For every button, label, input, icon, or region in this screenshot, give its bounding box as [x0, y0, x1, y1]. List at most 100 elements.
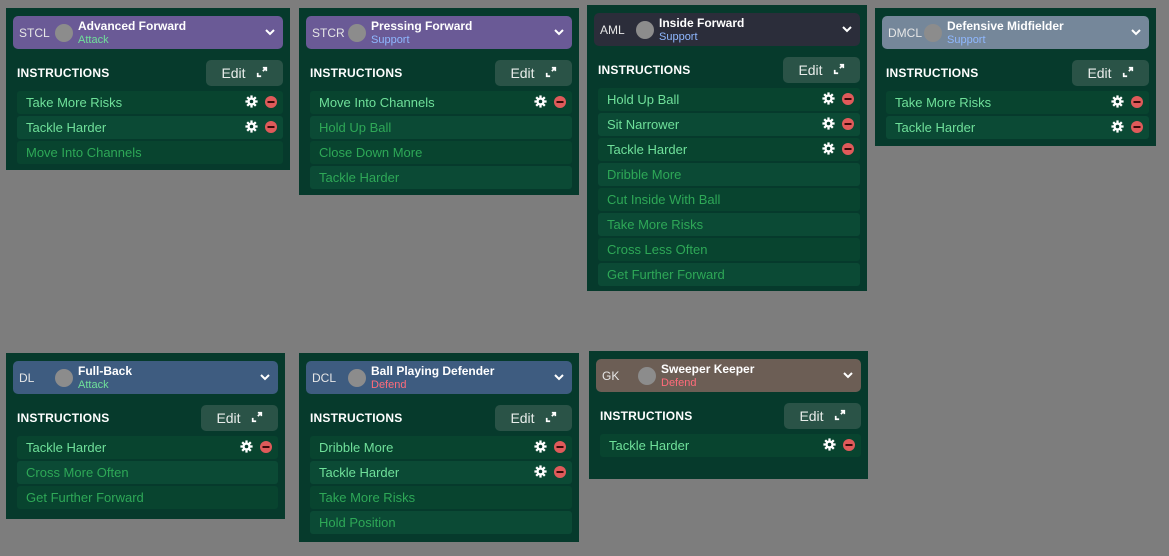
edit-button[interactable]: Edit — [495, 60, 572, 86]
remove-icon[interactable] — [842, 142, 854, 158]
remove-icon[interactable] — [843, 438, 855, 454]
instruction-item[interactable]: Dribble More — [598, 163, 860, 186]
instruction-item[interactable]: Tackle Harder — [886, 116, 1149, 139]
gear-icon[interactable] — [1111, 95, 1124, 111]
gear-icon[interactable] — [822, 117, 835, 133]
gear-icon[interactable] — [1111, 120, 1124, 136]
role-selector[interactable]: STCR Pressing Forward Support — [306, 16, 572, 49]
edit-label: Edit — [1087, 65, 1112, 81]
position-code: STCL — [19, 25, 50, 40]
edit-button[interactable]: Edit — [495, 405, 572, 431]
instructions-title: INSTRUCTIONS — [310, 411, 403, 425]
instruction-label: Move Into Channels — [26, 145, 142, 160]
instruction-item[interactable]: Take More Risks — [886, 91, 1149, 114]
player-avatar — [348, 368, 366, 387]
gear-icon[interactable] — [822, 92, 835, 108]
instruction-label: Tackle Harder — [319, 170, 400, 185]
role-selector[interactable]: STCL Advanced Forward Attack — [13, 16, 283, 49]
instructions-title: INSTRUCTIONS — [17, 411, 110, 425]
instruction-item[interactable]: Dribble More — [310, 436, 572, 459]
instruction-item[interactable]: Tackle Harder — [598, 138, 860, 161]
instruction-label: Cut Inside With Ball — [607, 192, 721, 207]
instruction-label: Hold Up Ball — [319, 120, 392, 135]
instruction-item[interactable]: Tackle Harder — [310, 461, 572, 484]
gear-icon[interactable] — [245, 95, 258, 111]
instruction-item[interactable]: Take More Risks — [17, 91, 283, 114]
edit-button[interactable]: Edit — [783, 57, 860, 83]
instruction-label: Cross More Often — [26, 465, 129, 480]
role-name: Pressing Forward — [371, 18, 473, 33]
role-selector[interactable]: GK Sweeper Keeper Defend — [596, 359, 861, 392]
remove-icon[interactable] — [554, 465, 566, 481]
instruction-item[interactable]: Sit Narrower — [598, 113, 860, 136]
instruction-item[interactable]: Take More Risks — [598, 213, 860, 236]
role-duty: Defend — [371, 378, 407, 391]
remove-icon[interactable] — [842, 117, 854, 133]
instruction-item[interactable]: Tackle Harder — [310, 166, 572, 189]
role-name: Defensive Midfielder — [947, 18, 1064, 33]
instruction-item[interactable]: Tackle Harder — [600, 434, 861, 457]
role-selector[interactable]: AML Inside Forward Support — [594, 13, 860, 46]
role-selector[interactable]: DCL Ball Playing Defender Defend — [306, 361, 572, 394]
remove-icon[interactable] — [842, 92, 854, 108]
chevron-down-icon[interactable] — [552, 370, 566, 384]
position-code: DCL — [312, 370, 337, 385]
player-avatar — [638, 366, 656, 385]
expand-icon — [1122, 65, 1134, 81]
instruction-item[interactable]: Take More Risks — [310, 486, 572, 509]
instruction-item[interactable]: Move Into Channels — [17, 141, 283, 164]
chevron-down-icon[interactable] — [841, 368, 855, 382]
instruction-item[interactable]: Get Further Forward — [598, 263, 860, 286]
position-code: AML — [600, 22, 625, 37]
instruction-label: Tackle Harder — [26, 440, 107, 455]
chevron-down-icon[interactable] — [1129, 25, 1143, 39]
remove-icon[interactable] — [265, 120, 277, 136]
gear-icon[interactable] — [823, 438, 836, 454]
player-avatar — [55, 23, 73, 42]
remove-icon[interactable] — [1131, 95, 1143, 111]
remove-icon[interactable] — [1131, 120, 1143, 136]
instruction-label: Get Further Forward — [607, 267, 725, 282]
remove-icon[interactable] — [554, 440, 566, 456]
gear-icon[interactable] — [240, 440, 253, 456]
position-code: GK — [602, 368, 620, 383]
remove-icon[interactable] — [265, 95, 277, 111]
instruction-item[interactable]: Cross More Often — [17, 461, 278, 484]
remove-icon[interactable] — [260, 440, 272, 456]
edit-button[interactable]: Edit — [201, 405, 278, 431]
instruction-item[interactable]: Hold Up Ball — [310, 116, 572, 139]
edit-button[interactable]: Edit — [784, 403, 861, 429]
instruction-item[interactable]: Tackle Harder — [17, 116, 283, 139]
instruction-item[interactable]: Get Further Forward — [17, 486, 278, 509]
instruction-item[interactable]: Cut Inside With Ball — [598, 188, 860, 211]
remove-icon[interactable] — [554, 95, 566, 111]
instruction-label: Tackle Harder — [895, 120, 976, 135]
gear-icon[interactable] — [534, 465, 547, 481]
gear-icon[interactable] — [534, 440, 547, 456]
gear-icon[interactable] — [245, 120, 258, 136]
instruction-label: Close Down More — [319, 145, 423, 160]
position-code: STCR — [312, 25, 345, 40]
chevron-down-icon[interactable] — [840, 22, 854, 36]
instruction-item[interactable]: Hold Up Ball — [598, 88, 860, 111]
instruction-label: Take More Risks — [895, 95, 992, 110]
expand-icon — [256, 65, 268, 81]
instruction-item[interactable]: Hold Position — [310, 511, 572, 534]
role-panel-stcl: STCL Advanced Forward Attack INSTRUCTIONS Ed… — [6, 8, 290, 170]
instruction-item[interactable]: Close Down More — [310, 141, 572, 164]
chevron-down-icon[interactable] — [263, 25, 277, 39]
player-avatar — [348, 23, 366, 42]
edit-button[interactable]: Edit — [206, 60, 283, 86]
chevron-down-icon[interactable] — [552, 25, 566, 39]
role-selector[interactable]: DMCL Defensive Midfielder Support — [882, 16, 1149, 49]
instruction-label: Take More Risks — [26, 95, 123, 110]
gear-icon[interactable] — [822, 142, 835, 158]
instruction-item[interactable]: Move Into Channels — [310, 91, 572, 114]
edit-button[interactable]: Edit — [1072, 60, 1149, 86]
instruction-item[interactable]: Cross Less Often — [598, 238, 860, 261]
role-selector[interactable]: DL Full-Back Attack — [13, 361, 278, 394]
gear-icon[interactable] — [534, 95, 547, 111]
chevron-down-icon[interactable] — [258, 370, 272, 384]
instruction-item[interactable]: Tackle Harder — [17, 436, 278, 459]
instruction-label: Tackle Harder — [319, 465, 400, 480]
